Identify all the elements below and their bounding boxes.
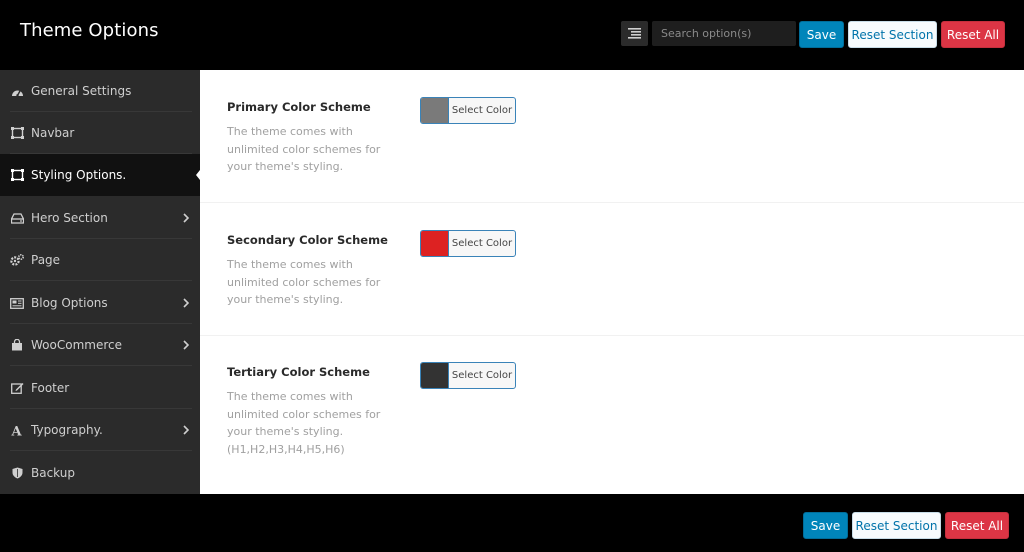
sidebar-item-label: Hero Section	[31, 211, 108, 225]
sidebar-item-label: Navbar	[31, 126, 75, 140]
svg-text:A: A	[11, 425, 23, 437]
sidebar-item-typography[interactable]: A Typography.	[0, 409, 200, 451]
color-swatch	[421, 231, 449, 256]
option-description: The theme comes with unlimited color sch…	[227, 125, 381, 173]
page-title: Theme Options	[20, 20, 159, 41]
chevron-right-icon	[181, 212, 191, 224]
chevron-right-icon	[181, 297, 191, 309]
option-primary-color-scheme: Primary Color Scheme The theme comes wit…	[200, 70, 1024, 202]
option-title: Secondary Color Scheme	[227, 233, 388, 247]
color-swatch	[421, 98, 449, 123]
expand-options-button[interactable]	[621, 21, 648, 46]
sidebar-item-label: Typography.	[31, 423, 103, 437]
secondary-color-picker-button[interactable]: Select Color	[420, 230, 516, 257]
sidebar-item-label: Blog Options	[31, 296, 108, 310]
options-panel: Primary Color Scheme The theme comes wit…	[200, 70, 1024, 494]
reset-section-button[interactable]: Reset Section	[848, 21, 937, 48]
footer-bar: Save Reset Section Reset All	[0, 494, 1024, 552]
footer-save-button[interactable]: Save	[803, 512, 848, 539]
sidebar-item-hero-section[interactable]: Hero Section	[0, 197, 200, 239]
sidebar-item-label: Styling Options.	[31, 168, 127, 182]
sidebar-item-woocommerce[interactable]: WooCommerce	[0, 324, 200, 366]
hdd-icon	[10, 211, 24, 225]
option-description: The theme comes with unlimited color sch…	[227, 390, 381, 456]
list-icon	[628, 28, 641, 39]
tertiary-color-picker-button[interactable]: Select Color	[420, 362, 516, 389]
edit-icon	[10, 381, 24, 395]
reset-all-button[interactable]: Reset All	[941, 21, 1005, 48]
primary-color-picker-button[interactable]: Select Color	[420, 97, 516, 124]
frame-icon	[10, 126, 24, 140]
search-input[interactable]	[652, 21, 796, 46]
chevron-right-icon	[181, 424, 191, 436]
footer-reset-all-button[interactable]: Reset All	[945, 512, 1009, 539]
sidebar-item-label: General Settings	[31, 84, 132, 98]
sidebar-item-page[interactable]: Page	[0, 239, 200, 281]
font-icon: A	[10, 423, 24, 437]
select-color-label: Select Color	[451, 105, 513, 116]
chevron-right-icon	[181, 339, 191, 351]
frame-icon	[10, 168, 24, 182]
sidebar: General Settings Navbar Styling Options.…	[0, 70, 200, 494]
option-description: The theme comes with unlimited color sch…	[227, 258, 381, 306]
shopping-bag-icon	[10, 338, 24, 352]
option-secondary-color-scheme: Secondary Color Scheme The theme comes w…	[200, 203, 1024, 335]
sidebar-item-styling-options[interactable]: Styling Options.	[0, 154, 200, 196]
sidebar-item-label: Page	[31, 253, 61, 267]
sidebar-item-navbar[interactable]: Navbar	[0, 112, 200, 154]
sidebar-item-backup[interactable]: Backup	[0, 452, 200, 494]
option-title: Primary Color Scheme	[227, 100, 371, 114]
option-tertiary-color-scheme: Tertiary Color Scheme The theme comes wi…	[200, 336, 1024, 494]
save-button[interactable]: Save	[799, 21, 844, 48]
newspaper-icon	[10, 296, 24, 310]
option-title: Tertiary Color Scheme	[227, 365, 370, 379]
sidebar-item-label: Backup	[31, 466, 75, 480]
sidebar-item-blog-options[interactable]: Blog Options	[0, 282, 200, 324]
sidebar-item-label: Footer	[31, 381, 70, 395]
select-color-label: Select Color	[451, 238, 513, 249]
color-swatch	[421, 363, 449, 388]
shield-icon	[10, 466, 24, 480]
footer-reset-section-button[interactable]: Reset Section	[852, 512, 941, 539]
dashboard-icon	[10, 84, 24, 98]
sidebar-item-footer[interactable]: Footer	[0, 367, 200, 409]
sidebar-item-label: WooCommerce	[31, 338, 122, 352]
cogs-icon	[10, 253, 24, 267]
header: Theme Options Save Reset Section Reset A…	[0, 0, 1024, 70]
sidebar-item-general-settings[interactable]: General Settings	[0, 70, 200, 112]
select-color-label: Select Color	[451, 370, 513, 381]
